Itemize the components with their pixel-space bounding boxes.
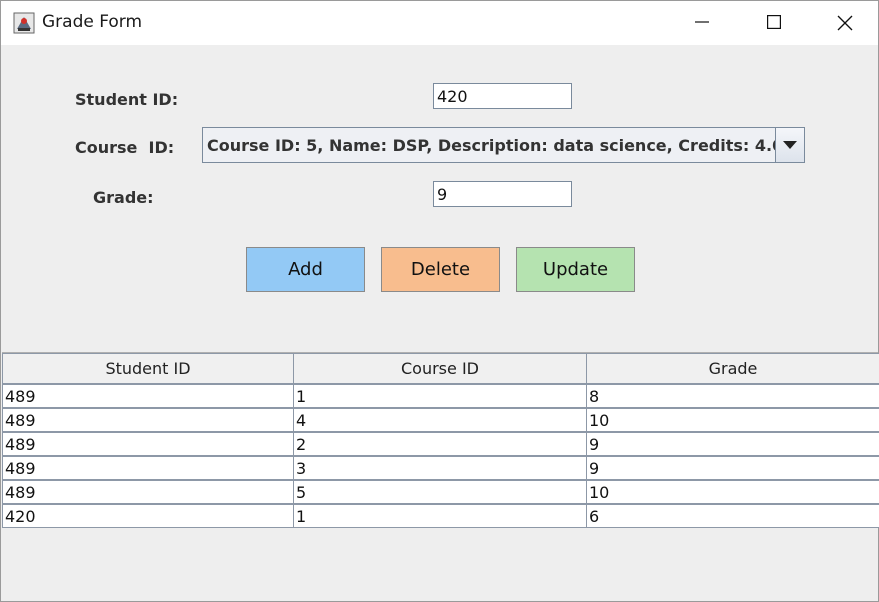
close-icon [837,15,853,31]
grades-table-area: Student ID Course ID Grade 489 1 8 489 4… [2,352,879,601]
cell-course-id[interactable]: 1 [293,383,587,409]
cell-student-id[interactable]: 489 [2,455,294,481]
chevron-down-icon [783,141,797,149]
column-header-course-id[interactable]: Course ID [293,353,587,385]
table-row[interactable]: 489 5 10 [2,479,879,505]
table-header-row: Student ID Course ID Grade [2,353,879,385]
cell-course-id[interactable]: 3 [293,455,587,481]
cell-grade[interactable]: 10 [586,407,879,433]
grades-table: Student ID Course ID Grade 489 1 8 489 4… [2,353,879,528]
cell-student-id[interactable]: 489 [2,383,294,409]
course-id-selected-value: Course ID: 5, Name: DSP, Description: da… [207,136,784,155]
grade-label: Grade: [93,188,154,207]
grade-field[interactable]: 9 [433,181,572,207]
cell-grade[interactable]: 8 [586,383,879,409]
table-row[interactable]: 489 1 8 [2,383,879,409]
column-header-grade[interactable]: Grade [586,353,879,385]
student-id-field[interactable]: 420 [433,83,572,109]
course-id-label: Course ID: [75,138,175,157]
maximize-button[interactable] [739,1,809,45]
java-app-icon [13,12,35,34]
table-row[interactable]: 420 1 6 [2,503,879,528]
cell-grade[interactable]: 6 [586,503,879,528]
course-id-dropdown[interactable]: Course ID: 5, Name: DSP, Description: da… [202,127,805,163]
cell-grade[interactable]: 10 [586,479,879,505]
column-header-student-id[interactable]: Student ID [2,353,294,385]
delete-button[interactable]: Delete [381,247,500,292]
minimize-button[interactable] [667,1,737,45]
grade-form-window: Grade Form Student ID: 420 Course ID: Co… [0,0,879,602]
cell-course-id[interactable]: 5 [293,479,587,505]
table-row[interactable]: 489 2 9 [2,431,879,457]
cell-student-id[interactable]: 420 [2,503,294,528]
minimize-icon [695,21,709,23]
cell-grade[interactable]: 9 [586,431,879,457]
cell-student-id[interactable]: 489 [2,407,294,433]
cell-student-id[interactable]: 489 [2,431,294,457]
cell-course-id[interactable]: 4 [293,407,587,433]
title-bar[interactable]: Grade Form [1,1,878,45]
close-button[interactable] [809,1,879,45]
course-id-dropdown-button[interactable] [775,128,804,162]
form-content: Student ID: 420 Course ID: Course ID: 5,… [1,45,879,601]
add-button[interactable]: Add [246,247,365,292]
maximize-icon [767,15,781,29]
cell-grade[interactable]: 9 [586,455,879,481]
cell-course-id[interactable]: 1 [293,503,587,528]
update-button[interactable]: Update [516,247,635,292]
table-row[interactable]: 489 3 9 [2,455,879,481]
table-row[interactable]: 489 4 10 [2,407,879,433]
window-title: Grade Form [42,12,143,32]
cell-student-id[interactable]: 489 [2,479,294,505]
student-id-label: Student ID: [75,90,179,109]
cell-course-id[interactable]: 2 [293,431,587,457]
